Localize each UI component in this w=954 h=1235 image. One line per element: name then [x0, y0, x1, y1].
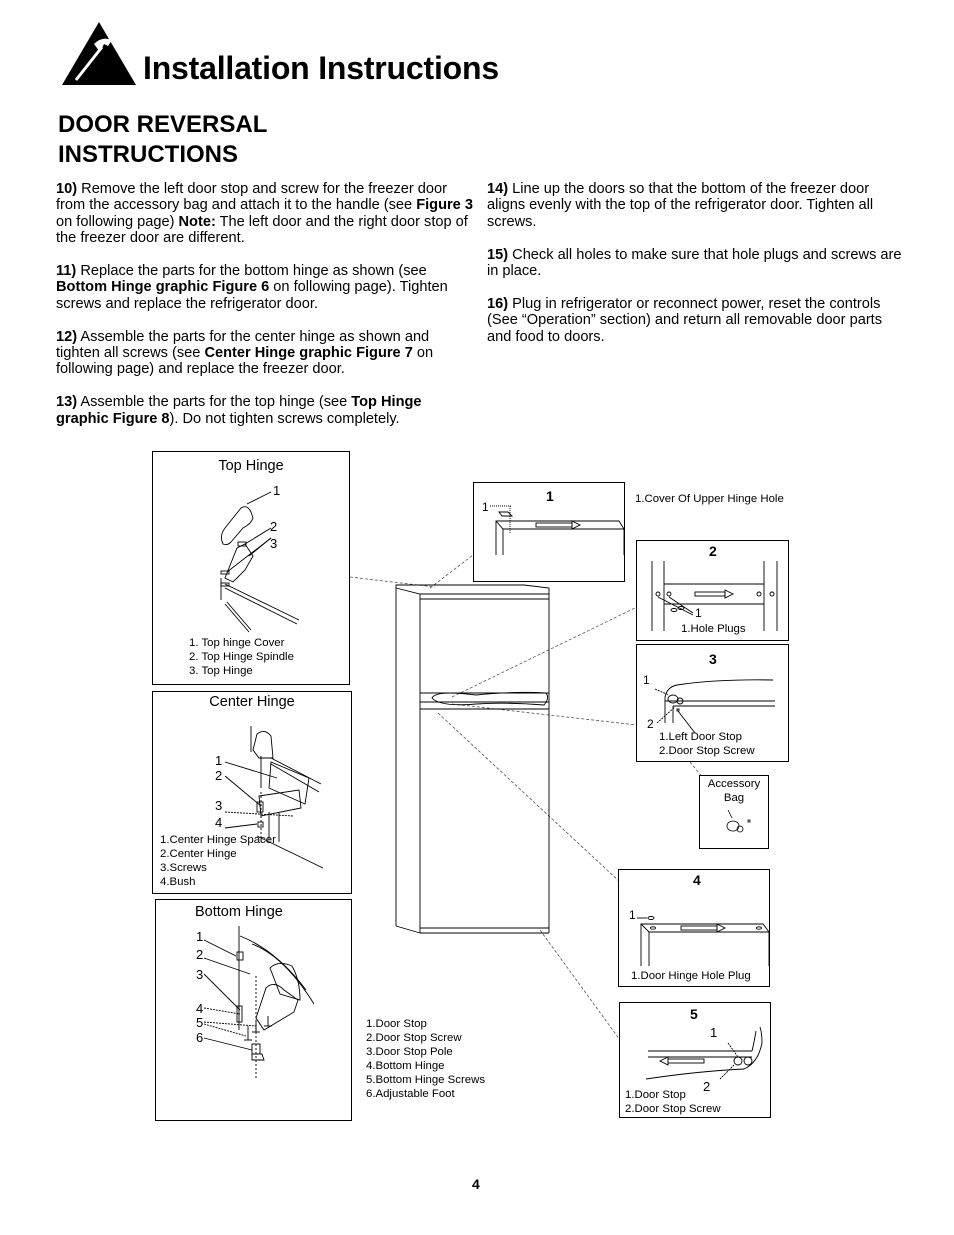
center-hinge-callout-1: 1 [215, 753, 223, 768]
center-hinge-figure: Center Hinge 1 2 3 4 1.Center Hinge Spac… [152, 691, 352, 894]
accessory-bag-figure: Accessory Bag [699, 775, 769, 849]
detail-4-legend: 1.Door Hinge Hole Plug [631, 970, 751, 982]
detail-2-legend: 1.Hole Plugs [681, 623, 746, 635]
detail-figure-1: 1 1 [473, 482, 625, 582]
legend-item: 1.Door Stop [625, 1089, 686, 1101]
legend-item: 3.Door Stop Pole [366, 1046, 453, 1058]
top-hinge-figure: Top Hinge 1 2 3 1. Top hinge Cover 2. To… [152, 451, 350, 685]
detail-1-drawing [490, 505, 625, 555]
top-hinge-callout-1: 1 [273, 483, 281, 498]
detail-4-callout: 1 [629, 908, 636, 922]
detail-2-callout: 1 [695, 606, 702, 620]
detail-3-callout-1: 1 [643, 673, 650, 687]
legend-item: 2. Top Hinge Spindle [189, 651, 294, 663]
detail-3-legend: 1.Left Door Stop 2.Door Stop Screw [659, 730, 755, 758]
top-hinge-legend: 1. Top hinge Cover 2. Top Hinge Spindle … [189, 636, 294, 678]
bottom-hinge-callout-2: 2 [196, 947, 204, 962]
refrigerator-drawing [395, 584, 550, 934]
legend-item: 5.Bottom Hinge Screws [366, 1074, 486, 1086]
top-hinge-callout-3: 3 [270, 536, 278, 551]
detail-1-legend: 1.Cover Of Upper Hinge Hole [635, 493, 784, 505]
detail-figure-2: 2 1 1.Hole Plugs [636, 540, 789, 641]
detail-3-callout-2: 2 [647, 717, 654, 731]
legend-item: 3.Screws [160, 862, 207, 874]
detail-5-legend: 1.Door Stop 2.Door Stop Screw [625, 1088, 721, 1116]
detail-figure-3: 3 1 2 1.Left Door Stop 2.Door Stop Screw [636, 644, 789, 762]
detail-5-callout-1: 1 [710, 1025, 718, 1040]
bottom-hinge-figure: Bottom Hinge 1 2 3 4 5 6 [155, 899, 352, 1121]
center-hinge-legend: 1.Center Hinge Spacer 2.Center Hinge 3.S… [160, 833, 276, 889]
legend-item: 2.Center Hinge [160, 848, 237, 860]
legend-item: 4.Bottom Hinge [366, 1060, 445, 1072]
center-hinge-callout-4: 4 [215, 815, 223, 830]
legend-item: 2.Door Stop Screw [625, 1103, 721, 1115]
bottom-hinge-callout-4: 4 [196, 1001, 204, 1016]
legend-item: 1.Left Door Stop [659, 731, 742, 743]
top-hinge-callout-2: 2 [270, 519, 278, 534]
detail-figure-5: 5 1 2 1.Door Stop 2.Door Stop Screw [619, 1002, 771, 1118]
legend-item: 1.Center Hinge Spacer [160, 834, 276, 846]
door-stop-part-icon [726, 809, 751, 833]
legend-item: 3. Top Hinge [189, 665, 253, 677]
legend-item: 4.Bush [160, 876, 196, 888]
legend-item: 1. Top hinge Cover [189, 637, 285, 649]
legend-item: 6.Adjustable Foot [366, 1088, 455, 1100]
page-number: 4 [472, 1176, 480, 1192]
legend-item: 2.Door Stop Screw [366, 1032, 462, 1044]
bottom-hinge-callout-1: 1 [196, 929, 204, 944]
bottom-hinge-drawing [203, 926, 315, 1080]
legend-item: 1.Door Stop [366, 1018, 427, 1030]
bottom-hinge-callout-6: 6 [196, 1030, 204, 1045]
legend-item: 2.Door Stop Screw [659, 745, 755, 757]
center-hinge-callout-3: 3 [215, 798, 223, 813]
detail-figure-4: 4 1 1.Door Hinge Hole Plug [618, 869, 770, 987]
center-hinge-callout-2: 2 [215, 768, 223, 783]
bottom-hinge-callout-5: 5 [196, 1015, 204, 1030]
bottom-hinge-callout-3: 3 [196, 967, 204, 982]
bottom-hinge-legend: 1.Door Stop 2.Door Stop Screw 3.Door Sto… [366, 1017, 485, 1101]
